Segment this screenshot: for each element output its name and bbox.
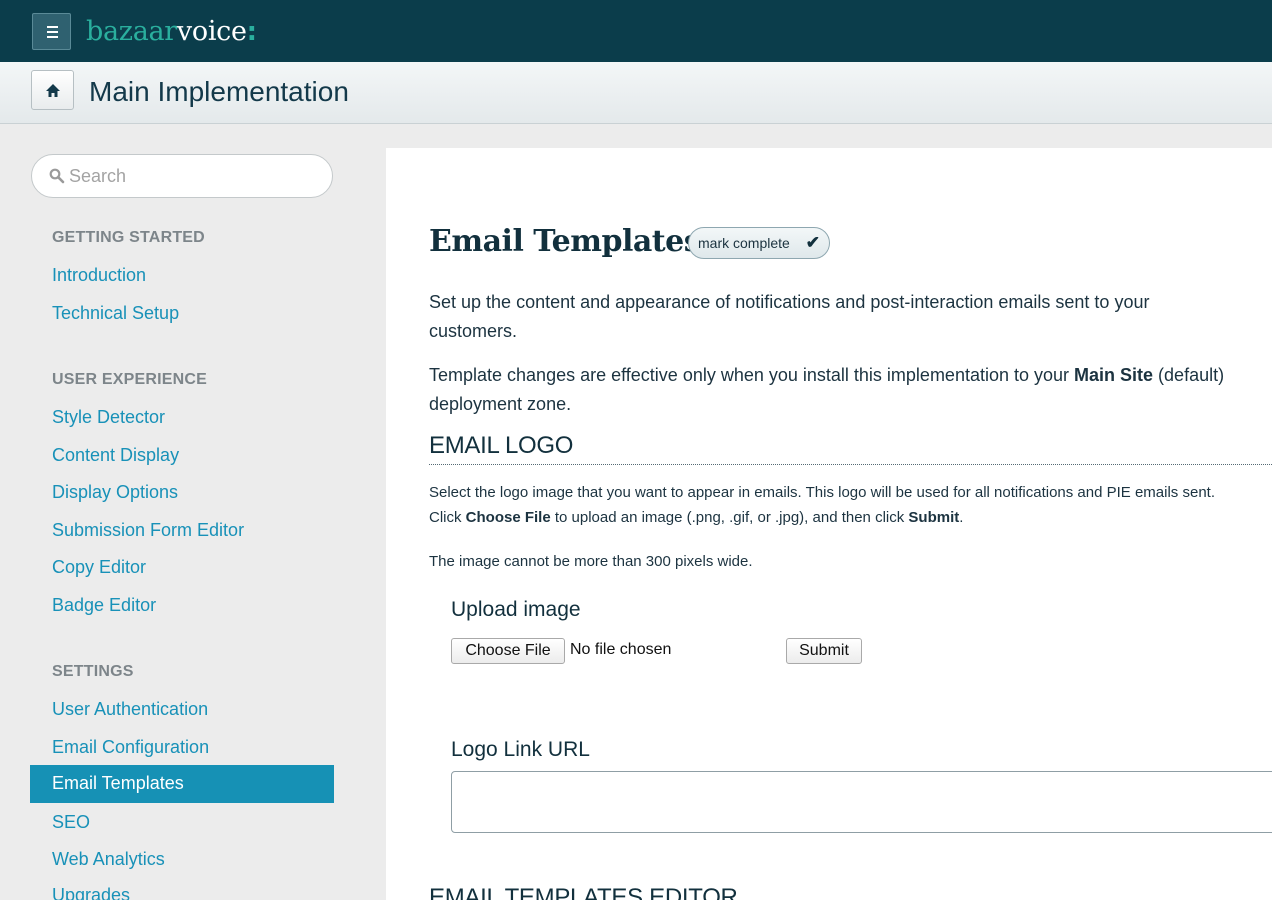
sidebar-item-web-analytics[interactable]: Web Analytics [52, 849, 165, 870]
sidebar-item-content-display[interactable]: Content Display [52, 445, 179, 466]
deployment-note: Template changes are effective only when… [429, 365, 1225, 414]
section-heading-settings: SETTINGS [52, 663, 134, 680]
home-icon [46, 84, 60, 97]
logo-link-url-input[interactable] [451, 771, 1272, 833]
sidebar-item-seo[interactable]: SEO [52, 812, 90, 833]
email-logo-heading: EMAIL LOGO [429, 432, 574, 459]
sidebar-item-badge-editor[interactable]: Badge Editor [52, 595, 156, 616]
image-size-note: The image cannot be more than 300 pixels… [429, 553, 753, 570]
home-button[interactable] [31, 70, 74, 110]
top-navigation-bar: bazaarvoice: [0, 0, 1272, 62]
upload-image-label: Upload image [451, 598, 581, 621]
search-box[interactable] [31, 154, 333, 198]
sidebar-item-upgrades[interactable]: Upgrades [52, 885, 130, 900]
logo-link-url-label: Logo Link URL [451, 738, 590, 761]
submit-button[interactable]: Submit [786, 638, 862, 664]
intro-text: Set up the content and appearance of not… [429, 292, 1150, 341]
logo-description: Select the logo image that you want to a… [429, 484, 1215, 501]
sidebar-item-copy-editor[interactable]: Copy Editor [52, 557, 146, 578]
page-title: Main Implementation [89, 76, 349, 107]
file-status: No file chosen [570, 641, 672, 658]
sidebar-item-style-detector[interactable]: Style Detector [52, 407, 165, 428]
sidebar-item-user-authentication[interactable]: User Authentication [52, 699, 208, 720]
sidebar-item-technical-setup[interactable]: Technical Setup [52, 303, 179, 324]
section-heading-getting-started: GETTING STARTED [52, 229, 205, 246]
sidebar-item-label: Email Templates [52, 773, 184, 793]
checkmark-icon: ✔ [805, 233, 820, 252]
sidebar-item-display-options[interactable]: Display Options [52, 482, 178, 503]
email-templates-editor-heading: EMAIL TEMPLATES EDITOR [429, 884, 738, 900]
content-title: Email Templates [429, 224, 701, 259]
sidebar-item-submission-form-editor[interactable]: Submission Form Editor [52, 520, 244, 541]
main-content-panel: Email Templates mark complete ✔ Set up t… [386, 148, 1272, 900]
bazaarvoice-logo[interactable]: bazaarvoice: [86, 12, 257, 50]
choose-file-button[interactable]: Choose File [451, 638, 565, 664]
page-header: Main Implementation [0, 62, 1272, 124]
mark-complete-button[interactable]: mark complete ✔ [688, 227, 830, 259]
search-input[interactable] [69, 163, 319, 189]
sidebar-item-email-templates[interactable]: Email Templates [30, 765, 334, 803]
section-divider [429, 464, 1272, 465]
sidebar-item-introduction[interactable]: Introduction [52, 265, 146, 286]
hamburger-menu-button[interactable] [32, 13, 71, 50]
mark-complete-label: mark complete [698, 235, 790, 251]
sidebar-item-email-configuration[interactable]: Email Configuration [52, 737, 209, 758]
section-heading-user-experience: USER EXPERIENCE [52, 371, 208, 388]
upload-instructions: Click Choose File to upload an image (.p… [429, 509, 964, 526]
search-icon [49, 168, 65, 184]
